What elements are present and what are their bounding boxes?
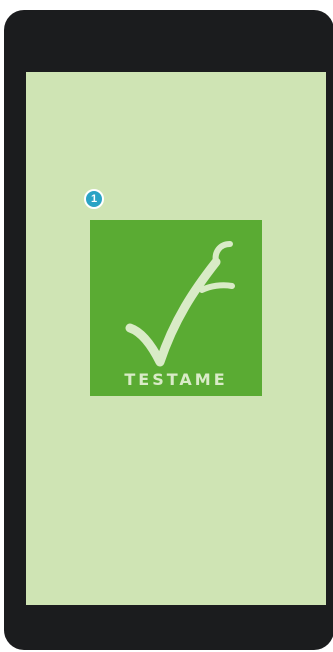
logo-wordmark: TESTAME xyxy=(124,370,228,389)
step-badge: 1 xyxy=(84,189,104,209)
testame-logo: TESTAME xyxy=(90,220,262,396)
